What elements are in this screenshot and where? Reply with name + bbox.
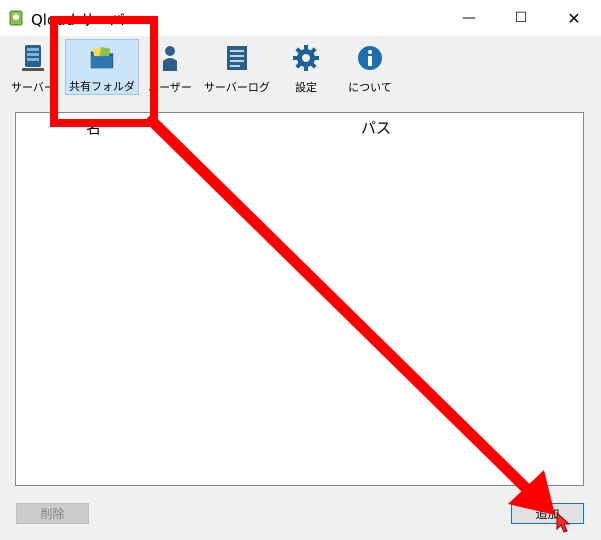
shared-folder-icon bbox=[90, 47, 114, 69]
gear-icon bbox=[293, 45, 319, 71]
app-window: Qloud サーバ — ☐ ✕ サーバー 共有フォルダ ユーザー サーバーログ … bbox=[0, 0, 601, 540]
delete-button[interactable]: 削除 bbox=[16, 503, 89, 524]
user-icon bbox=[163, 46, 177, 71]
toolbar: サーバー 共有フォルダ ユーザー サーバーログ 設定 について bbox=[0, 37, 601, 99]
tab-users[interactable]: ユーザー bbox=[145, 39, 195, 95]
app-icon bbox=[9, 10, 23, 26]
maximize-button[interactable]: ☐ bbox=[498, 0, 544, 36]
tab-server-log[interactable]: サーバーログ bbox=[204, 39, 270, 95]
column-header-name[interactable]: 名 bbox=[86, 117, 101, 138]
tab-server-label: サーバー bbox=[11, 81, 55, 94]
tab-settings[interactable]: 設定 bbox=[285, 39, 327, 95]
window-title: Qloud サーバ bbox=[31, 11, 125, 29]
tab-about[interactable]: について bbox=[342, 39, 398, 95]
shared-folder-table[interactable]: 名 パス bbox=[15, 112, 584, 486]
info-icon bbox=[358, 46, 382, 70]
log-icon bbox=[227, 46, 247, 70]
tab-shared-folders-label: 共有フォルダ bbox=[69, 80, 135, 93]
minimize-button[interactable]: — bbox=[446, 0, 492, 36]
mouse-cursor-icon bbox=[556, 512, 570, 533]
column-header-path[interactable]: パス bbox=[361, 117, 391, 138]
server-icon bbox=[22, 45, 44, 71]
tab-server-log-label: サーバーログ bbox=[204, 81, 270, 94]
tab-settings-label: 設定 bbox=[295, 81, 317, 94]
tab-about-label: について bbox=[348, 81, 392, 94]
title-bar: Qloud サーバ — ☐ ✕ bbox=[0, 0, 601, 36]
tab-server[interactable]: サーバー bbox=[8, 39, 58, 95]
add-button[interactable]: 追加 bbox=[511, 503, 584, 524]
tab-users-label: ユーザー bbox=[148, 81, 192, 94]
close-button[interactable]: ✕ bbox=[551, 0, 597, 36]
tab-shared-folders[interactable]: 共有フォルダ bbox=[65, 39, 139, 95]
